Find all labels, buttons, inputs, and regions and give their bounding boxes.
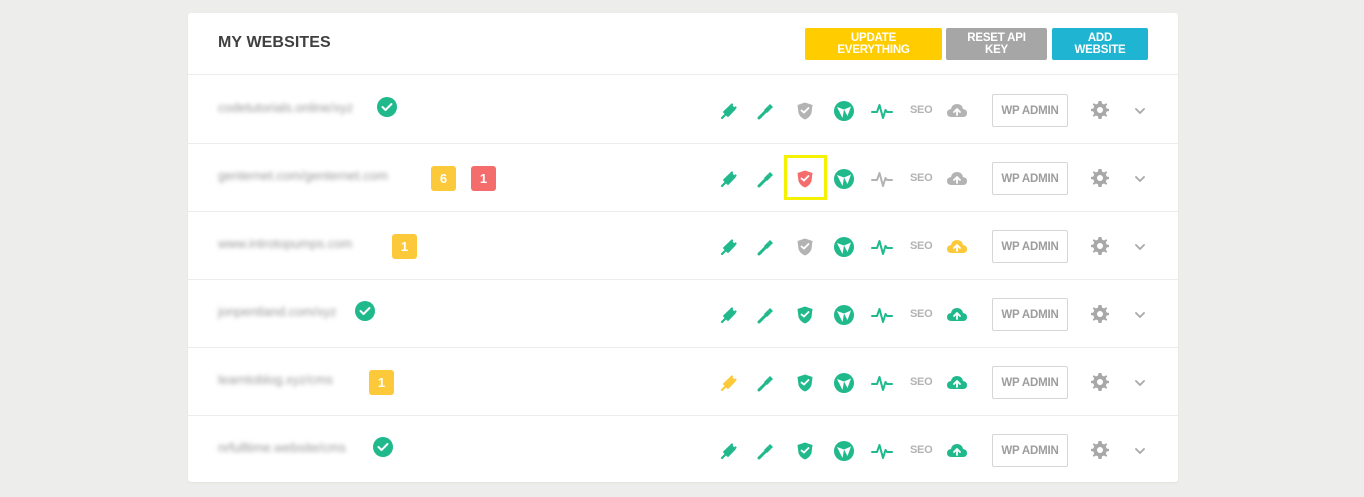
wordpress-core-icon[interactable] bbox=[833, 372, 855, 394]
uptime-pulse-icon[interactable] bbox=[871, 304, 893, 326]
themes-icon[interactable] bbox=[755, 440, 777, 462]
website-row: genternet.com/genternet.com 6 1 SEO WP ADMIN bbox=[188, 144, 1178, 212]
themes-icon[interactable] bbox=[755, 304, 777, 326]
plugins-icon[interactable] bbox=[718, 236, 740, 258]
uptime-pulse-icon[interactable] bbox=[871, 168, 893, 190]
plugins-icon[interactable] bbox=[718, 440, 740, 462]
security-shield-icon[interactable] bbox=[794, 440, 816, 462]
ok-check-icon bbox=[355, 301, 375, 321]
gear-icon[interactable] bbox=[1090, 440, 1110, 460]
seo-icon[interactable]: SEO bbox=[910, 376, 933, 388]
site-url[interactable]: jonpentland.com/xyz bbox=[218, 304, 337, 319]
website-row: learntoblog.xyz/cms 1 SEO WP ADMIN bbox=[188, 348, 1178, 416]
uptime-pulse-icon[interactable] bbox=[871, 372, 893, 394]
backup-cloud-icon[interactable] bbox=[946, 100, 968, 122]
wp-admin-button[interactable]: WP ADMIN bbox=[992, 94, 1068, 127]
site-url[interactable]: www.introtopumps.com bbox=[218, 236, 352, 251]
backup-cloud-icon[interactable] bbox=[946, 168, 968, 190]
gear-icon[interactable] bbox=[1090, 304, 1110, 324]
plugins-icon[interactable] bbox=[718, 100, 740, 122]
seo-icon[interactable]: SEO bbox=[910, 172, 933, 184]
wordpress-core-icon[interactable] bbox=[833, 304, 855, 326]
chevron-down-icon[interactable] bbox=[1133, 444, 1147, 456]
security-shield-icon[interactable] bbox=[794, 236, 816, 258]
panel-header: MY WEBSITES UPDATE EVERYTHING RESET API … bbox=[188, 13, 1178, 75]
wp-admin-button[interactable]: WP ADMIN bbox=[992, 298, 1068, 331]
seo-icon[interactable]: SEO bbox=[910, 308, 933, 320]
update-count-badge[interactable]: 6 bbox=[431, 166, 456, 191]
seo-icon[interactable]: SEO bbox=[910, 240, 933, 252]
update-count-badge[interactable]: 1 bbox=[369, 370, 394, 395]
chevron-down-icon[interactable] bbox=[1133, 308, 1147, 320]
themes-icon[interactable] bbox=[755, 100, 777, 122]
seo-icon[interactable]: SEO bbox=[910, 104, 933, 116]
gear-icon[interactable] bbox=[1090, 236, 1110, 256]
backup-cloud-icon[interactable] bbox=[946, 304, 968, 326]
seo-icon[interactable]: SEO bbox=[910, 444, 933, 456]
gear-icon[interactable] bbox=[1090, 168, 1110, 188]
wp-admin-button[interactable]: WP ADMIN bbox=[992, 162, 1068, 195]
ok-check-icon bbox=[373, 437, 393, 457]
update-everything-button[interactable]: UPDATE EVERYTHING bbox=[805, 28, 942, 60]
websites-panel: MY WEBSITES UPDATE EVERYTHING RESET API … bbox=[188, 13, 1178, 482]
site-url[interactable]: learntoblog.xyz/cms bbox=[218, 372, 333, 387]
plugins-icon[interactable] bbox=[718, 304, 740, 326]
gear-icon[interactable] bbox=[1090, 100, 1110, 120]
backup-cloud-icon[interactable] bbox=[946, 236, 968, 258]
gear-icon[interactable] bbox=[1090, 372, 1110, 392]
uptime-pulse-icon[interactable] bbox=[871, 236, 893, 258]
wp-admin-button[interactable]: WP ADMIN bbox=[992, 366, 1068, 399]
wordpress-core-icon[interactable] bbox=[833, 100, 855, 122]
security-shield-icon[interactable] bbox=[794, 304, 816, 326]
website-row: www.introtopumps.com 1 SEO WP ADMIN bbox=[188, 212, 1178, 280]
website-row: codetutorials.online/xyz SEO WP ADMIN bbox=[188, 76, 1178, 144]
site-url[interactable]: codetutorials.online/xyz bbox=[218, 100, 353, 115]
ok-check-icon bbox=[377, 97, 397, 117]
chevron-down-icon[interactable] bbox=[1133, 104, 1147, 116]
themes-icon[interactable] bbox=[755, 236, 777, 258]
add-website-button[interactable]: ADD WEBSITE bbox=[1052, 28, 1148, 60]
security-shield-icon[interactable] bbox=[794, 372, 816, 394]
page-title: MY WEBSITES bbox=[218, 34, 331, 51]
wordpress-core-icon[interactable] bbox=[833, 236, 855, 258]
update-count-badge[interactable]: 1 bbox=[392, 234, 417, 259]
themes-icon[interactable] bbox=[755, 372, 777, 394]
backup-cloud-icon[interactable] bbox=[946, 440, 968, 462]
backup-cloud-icon[interactable] bbox=[946, 372, 968, 394]
plugins-icon[interactable] bbox=[718, 372, 740, 394]
highlight-box bbox=[784, 155, 827, 200]
website-row: jonpentland.com/xyz SEO WP ADMIN bbox=[188, 280, 1178, 348]
website-row: nrfulltime.website/cms SEO WP ADMIN bbox=[188, 416, 1178, 484]
themes-icon[interactable] bbox=[755, 168, 777, 190]
wordpress-core-icon[interactable] bbox=[833, 168, 855, 190]
uptime-pulse-icon[interactable] bbox=[871, 100, 893, 122]
alert-count-badge[interactable]: 1 bbox=[471, 166, 496, 191]
chevron-down-icon[interactable] bbox=[1133, 240, 1147, 252]
site-url[interactable]: genternet.com/genternet.com bbox=[218, 168, 388, 183]
plugins-icon[interactable] bbox=[718, 168, 740, 190]
security-shield-icon[interactable] bbox=[794, 100, 816, 122]
uptime-pulse-icon[interactable] bbox=[871, 440, 893, 462]
chevron-down-icon[interactable] bbox=[1133, 172, 1147, 184]
reset-api-key-button[interactable]: RESET API KEY bbox=[946, 28, 1047, 60]
wp-admin-button[interactable]: WP ADMIN bbox=[992, 230, 1068, 263]
wp-admin-button[interactable]: WP ADMIN bbox=[992, 434, 1068, 467]
wordpress-core-icon[interactable] bbox=[833, 440, 855, 462]
chevron-down-icon[interactable] bbox=[1133, 376, 1147, 388]
site-url[interactable]: nrfulltime.website/cms bbox=[218, 440, 346, 455]
